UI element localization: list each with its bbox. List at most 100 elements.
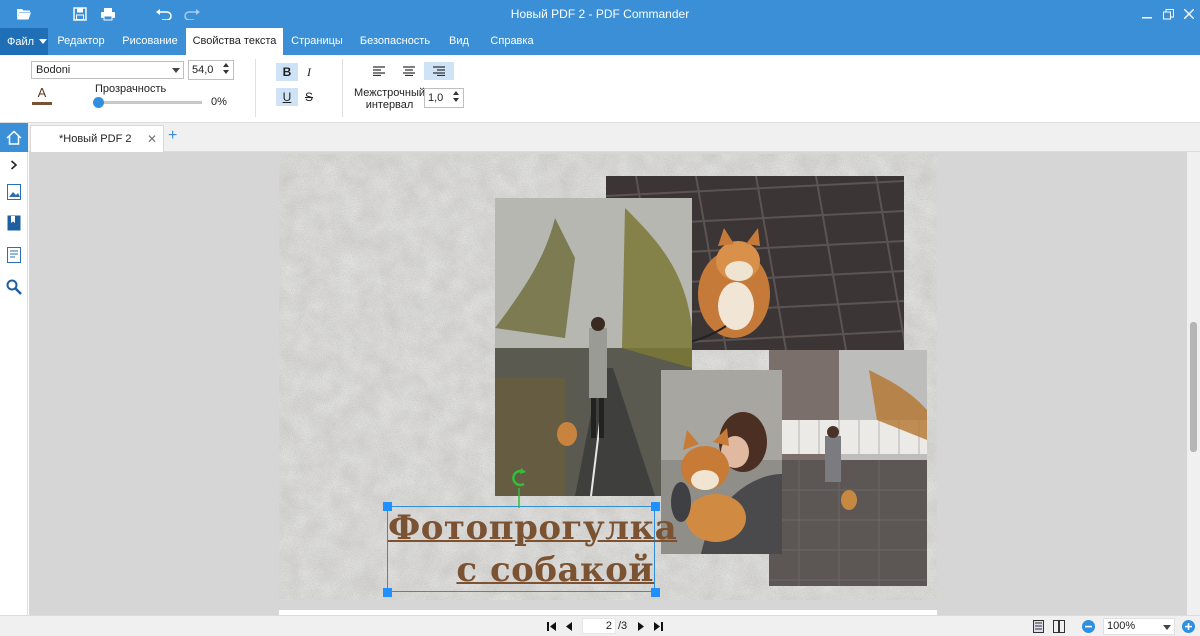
chevron-right-icon [10, 160, 18, 170]
opacity-value: 0% [211, 96, 227, 108]
line-spacing-value: 1,0 [428, 92, 444, 104]
next-page-icon [638, 621, 644, 631]
thumbnails-button[interactable] [5, 183, 23, 201]
zoom-out-button[interactable] [1081, 619, 1095, 633]
last-page-icon [654, 621, 663, 631]
tab-view[interactable]: Вид [443, 28, 475, 55]
align-left-icon [373, 66, 385, 76]
text-color-button[interactable]: A [32, 85, 52, 105]
add-tab-icon[interactable]: + [168, 127, 177, 145]
underline-button[interactable]: U [276, 88, 298, 106]
tab-editor[interactable]: Редактор [51, 28, 111, 55]
last-page-button[interactable] [652, 620, 664, 632]
spin-arrows-icon[interactable] [453, 91, 460, 105]
prev-page-icon [566, 621, 572, 631]
text-color-glyph: A [37, 85, 47, 100]
page-heading[interactable]: Фотопрогулка с собакой [388, 507, 678, 591]
text-color-swatch [32, 102, 52, 105]
file-menu-label: Файл [7, 35, 35, 48]
resize-handle-top-right[interactable] [651, 502, 660, 511]
align-right-button[interactable] [424, 62, 454, 80]
document-tab[interactable]: *Новый PDF 2 ✕ [30, 125, 164, 152]
opacity-slider-track[interactable] [98, 101, 202, 104]
chevron-down-icon [1163, 625, 1171, 630]
close-icon[interactable] [1179, 4, 1199, 24]
font-size-value: 54,0 [192, 64, 214, 76]
photo-street-white-fence[interactable] [769, 350, 927, 586]
ribbon-divider [342, 59, 343, 117]
restore-icon[interactable] [1158, 4, 1178, 24]
align-right-icon [433, 66, 445, 76]
first-page-button[interactable] [546, 620, 558, 632]
tab-help[interactable]: Справка [484, 28, 540, 55]
expand-panel-button[interactable] [5, 156, 23, 174]
scrollbar-thumb[interactable] [1190, 322, 1197, 452]
line-spacing-stepper[interactable]: 1,0 [424, 88, 464, 108]
zoom-select[interactable]: 100% [1103, 618, 1175, 635]
bookmarks-button[interactable] [5, 214, 23, 232]
line-spacing-label: Межстрочный интервал [354, 87, 425, 111]
vertical-scrollbar[interactable] [1187, 152, 1200, 615]
window-title: Новый PDF 2 - PDF Commander [510, 7, 690, 21]
italic-button[interactable]: I [298, 63, 320, 81]
close-tab-icon[interactable]: ✕ [147, 132, 157, 146]
font-size-stepper[interactable]: 54,0 [188, 60, 234, 80]
ribbon-divider [255, 59, 256, 117]
home-icon [6, 130, 22, 145]
photo-woman-hugging-dog[interactable] [661, 370, 782, 554]
menu-bar: Файл Редактор Рисование Свойства текста … [0, 28, 1200, 55]
document-workspace[interactable]: Фотопрогулка с собакой [29, 152, 1187, 615]
bold-button[interactable]: B [276, 63, 298, 81]
opacity-label: Прозрачность [95, 83, 167, 95]
align-center-button[interactable] [394, 62, 424, 80]
title-bar: Новый PDF 2 - PDF Commander [0, 0, 1200, 28]
chevron-down-icon [39, 39, 48, 44]
rotate-handle-icon[interactable] [509, 466, 529, 508]
status-bar: 2 /3 100% [0, 615, 1200, 636]
annotations-button[interactable] [5, 246, 23, 264]
line-spacing-label-line2: интервал [365, 99, 414, 111]
two-page-view-button[interactable] [1053, 619, 1065, 633]
align-center-icon [403, 66, 415, 76]
line-spacing-label-line1: Межстрочный [354, 87, 426, 99]
pdf-page[interactable]: Фотопрогулка с собакой [279, 154, 937, 600]
first-page-icon [547, 621, 556, 631]
file-menu-button[interactable]: Файл [0, 28, 48, 55]
spin-arrows-icon[interactable] [223, 63, 230, 77]
heading-line-1: Фотопрогулка [388, 508, 678, 548]
single-page-view-button[interactable] [1032, 619, 1044, 633]
tab-drawing[interactable]: Рисование [116, 28, 184, 55]
zoom-in-icon [1181, 619, 1195, 633]
selected-text-box[interactable]: Фотопрогулка с собакой [387, 506, 678, 592]
single-page-icon [1032, 619, 1044, 633]
total-pages: /3 [618, 620, 628, 632]
tab-text-properties[interactable]: Свойства текста [186, 28, 283, 55]
document-tab-label: *Новый PDF 2 [59, 133, 132, 145]
note-icon [7, 247, 21, 263]
current-page-input[interactable]: 2 [582, 618, 616, 634]
chevron-down-icon [172, 68, 180, 73]
zoom-out-icon [1081, 619, 1095, 633]
heading-line-2: с собакой [456, 550, 654, 590]
prev-page-button[interactable] [563, 620, 575, 632]
search-icon [6, 279, 22, 295]
tab-pages[interactable]: Страницы [287, 28, 347, 55]
tab-security[interactable]: Безопасность [357, 28, 433, 55]
home-button[interactable] [0, 123, 28, 152]
font-family-value: Bodoni [36, 64, 71, 76]
next-page-button[interactable] [635, 620, 647, 632]
strikethrough-button[interactable]: S [298, 88, 320, 106]
zoom-in-button[interactable] [1181, 619, 1195, 633]
font-family-select[interactable]: Bodoni [31, 61, 184, 79]
align-left-button[interactable] [364, 62, 394, 80]
minimize-icon[interactable] [1137, 4, 1157, 24]
resize-handle-bottom-left[interactable] [383, 588, 392, 597]
document-tabs: *Новый PDF 2 ✕ + [28, 123, 1200, 152]
search-button[interactable] [5, 278, 23, 296]
resize-handle-top-left[interactable] [383, 502, 392, 511]
page-image-icon [7, 184, 21, 200]
opacity-slider-handle[interactable] [93, 97, 104, 108]
left-sidebar [0, 123, 28, 636]
resize-handle-bottom-right[interactable] [651, 588, 660, 597]
bookmark-icon [7, 215, 21, 231]
